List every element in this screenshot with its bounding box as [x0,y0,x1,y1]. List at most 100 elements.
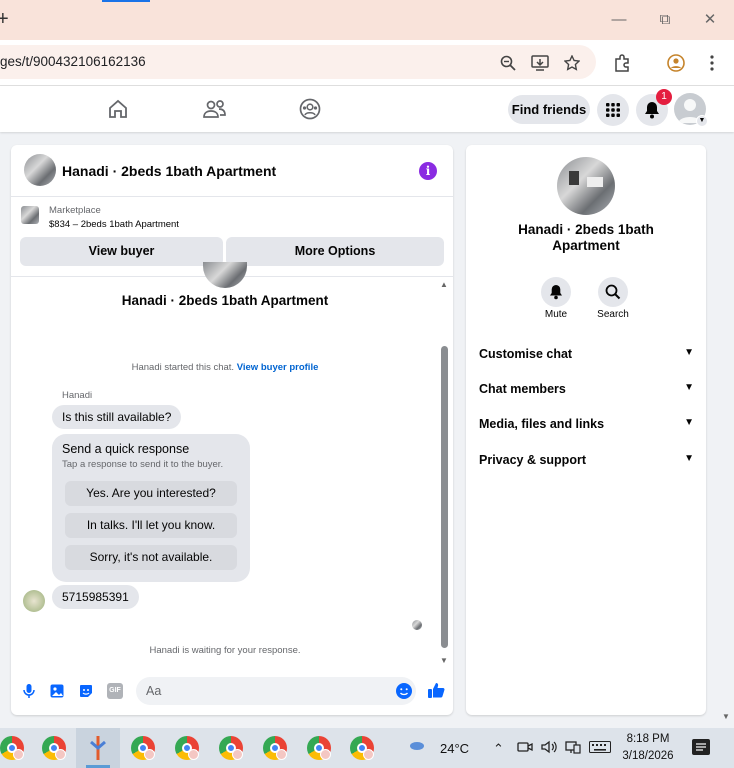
section-label: Customise chat [479,347,573,361]
avatar-room-detail [569,171,579,185]
listing-thumbnail[interactable] [21,206,39,224]
chat-header: Hanadi · 2beds 1bath Apartment i [11,145,453,197]
chrome-app-icon[interactable] [219,736,243,760]
info-avatar[interactable] [557,157,615,215]
install-app-icon[interactable] [530,53,550,73]
chevron-down-icon: ▼ [684,347,694,358]
temperature-text[interactable]: 24°C [440,741,469,756]
quick-response-option[interactable]: Yes. Are you interested? [65,481,237,506]
view-buyer-button[interactable]: View buyer [20,237,223,266]
customise-chat-section[interactable]: Customise chat ▼ [479,347,694,367]
zoom-icon[interactable] [498,53,518,73]
notification-badge: 1 [656,89,672,105]
home-icon[interactable] [107,98,129,120]
search-icon[interactable] [598,277,628,307]
chat-title[interactable]: Hanadi · 2beds 1bath Apartment [62,163,276,179]
close-icon[interactable]: ✕ [700,10,720,30]
scroll-up-icon[interactable]: ▲ [440,280,448,289]
scroll-down-icon[interactable]: ▼ [440,656,448,665]
mute-label: Mute [544,309,568,320]
view-buyer-profile-link[interactable]: View buyer profile [237,362,319,373]
friends-icon[interactable] [203,98,226,120]
like-thumb-icon[interactable] [427,681,445,699]
chrome-app-icon[interactable] [307,736,331,760]
photo-icon[interactable] [49,683,65,699]
clock-time: 8:18 PM [626,733,670,745]
thread-scrollbar-thumb[interactable] [441,346,448,648]
browser-titlebar: + — ⧉ ✕ [0,0,734,40]
chat-info-icon[interactable]: i [419,162,437,180]
weather-moon-icon[interactable] [408,738,432,760]
chevron-down-icon: ▼ [684,382,694,393]
media-files-links-section[interactable]: Media, files and links ▼ [479,417,694,437]
clock-date: 3/18/2026 [622,750,674,762]
volume-icon[interactable] [541,740,557,757]
show-hidden-icons-icon[interactable]: ⌃ [493,741,504,757]
message-composer: GIF Aa [11,673,453,715]
sticker-icon[interactable] [78,683,94,699]
quick-response-option[interactable]: In talks. I'll let you know. [65,513,237,538]
browser-menu-icon[interactable] [702,53,722,73]
new-tab-button[interactable]: + [0,8,9,31]
message-input[interactable]: Aa [136,677,416,705]
account-chevron-icon[interactable]: ▼ [696,115,708,127]
chat-avatar[interactable] [24,154,56,186]
chat-started-notice: Hanadi started this chat. View buyer pro… [11,362,439,373]
chat-info-panel: Hanadi · 2beds 1bath Apartment Mute Sear… [466,145,706,715]
taskbar-clock[interactable]: 8:18 PM 3/18/2026 [618,731,678,765]
notification-center-icon[interactable] [692,739,710,755]
message-thread[interactable]: Hanadi · 2beds 1bath Apartment Hanadi st… [11,262,453,668]
chrome-app-icon[interactable] [131,736,155,760]
listing-price-title[interactable]: $834 – 2beds 1bath Apartment [49,219,179,230]
section-label: Privacy & support [479,453,586,467]
quick-response-subtitle: Tap a response to send it to the buyer. [62,459,224,470]
network-icon[interactable] [565,740,581,757]
chrome-app-icon[interactable] [0,736,24,760]
seller-large-avatar [203,262,247,288]
bookmark-star-icon[interactable] [562,53,582,73]
mute-bell-icon[interactable] [541,277,571,307]
chat-members-section[interactable]: Chat members ▼ [479,382,694,402]
chrome-app-icon[interactable] [175,736,199,760]
find-friends-button[interactable]: Find friends [508,95,590,124]
menu-grid-icon[interactable] [597,94,629,126]
chat-panel: Hanadi · 2beds 1bath Apartment i Marketp… [11,145,453,715]
avatar-room-detail [587,177,603,187]
section-label: Media, files and links [479,417,605,431]
chat-started-text: Hanadi started this chat. [131,362,235,373]
profile-icon[interactable] [666,53,686,73]
thread-heading: Hanadi · 2beds 1bath Apartment [121,293,329,308]
active-tab-indicator [102,0,150,2]
info-name: Hanadi · 2beds 1bath Apartment [518,222,654,253]
sender-avatar[interactable] [23,590,45,612]
more-options-button[interactable]: More Options [226,237,444,266]
chevron-down-icon: ▼ [684,417,694,428]
url-text: ges/t/900432106162136 [0,54,146,69]
emoji-icon[interactable] [395,682,413,700]
chrome-app-icon[interactable] [42,736,66,760]
page-scroll-down-icon[interactable]: ▼ [722,712,730,721]
quick-response-option[interactable]: Sorry, it's not available. [65,545,237,570]
keyboard-icon[interactable] [589,741,611,756]
quick-response-title: Send a quick response [62,442,190,456]
chevron-down-icon: ▼ [684,453,694,464]
pinned-app-icon[interactable] [88,734,108,762]
chrome-app-icon[interactable] [263,736,287,760]
message-bubble[interactable]: Is this still available? [52,405,182,429]
message-bubble[interactable]: 5715985391 [52,585,139,609]
privacy-support-section[interactable]: Privacy & support ▼ [479,453,694,473]
meet-now-icon[interactable] [517,740,533,757]
extensions-icon[interactable] [612,53,632,73]
sender-name: Hanadi [62,390,93,401]
seen-receipt-avatar [412,620,422,630]
chrome-app-icon[interactable] [350,736,374,760]
gif-icon[interactable]: GIF [107,683,123,699]
marketplace-label: Marketplace [49,205,101,216]
groups-icon[interactable] [299,98,321,120]
minimize-icon[interactable]: — [609,10,629,30]
waiting-notice: Hanadi is waiting for your response. [149,645,301,656]
quick-response-card: Send a quick response Tap a response to … [52,434,250,582]
restore-icon[interactable]: ⧉ [655,10,675,30]
url-field[interactable]: ges/t/900432106162136 [0,45,596,79]
microphone-icon[interactable] [21,683,37,699]
